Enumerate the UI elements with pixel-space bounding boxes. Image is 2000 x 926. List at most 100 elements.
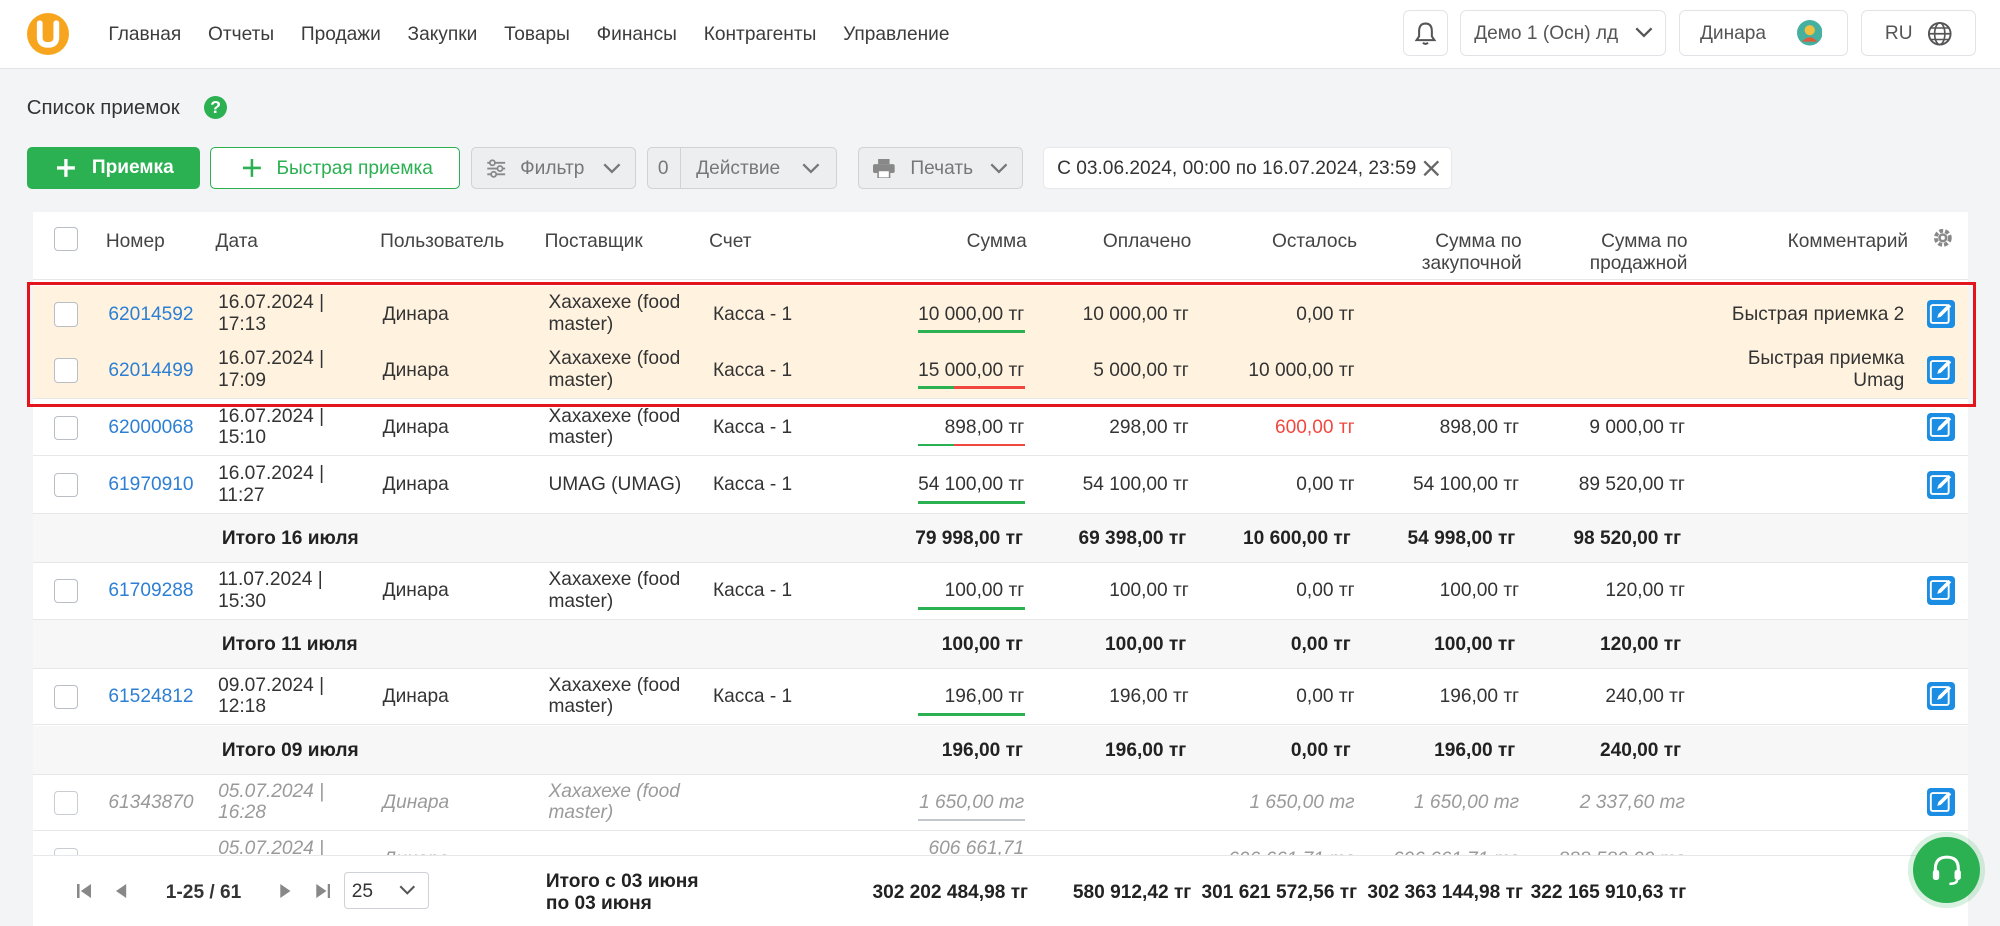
receipt-user: Динара: [382, 417, 449, 439]
column-header-number[interactable]: Номер: [106, 231, 165, 253]
receipt-sum-sale: 120,00 тг: [1605, 580, 1685, 602]
footer-total-sum-sale: 322 165 910,63 тг: [1530, 882, 1687, 904]
row-checkbox[interactable]: [53, 415, 78, 441]
prev-page-icon[interactable]: [116, 883, 127, 898]
receipt-sum-sale: 2 337,60 тг: [1579, 792, 1685, 814]
payment-progress-bar: [918, 712, 1026, 716]
subtotal-sum-sale: 98 520,00 тг: [1573, 528, 1682, 550]
subtotal-left: 0,00 тг: [1290, 633, 1351, 655]
user-menu[interactable]: Динара: [1678, 10, 1849, 57]
filter-button[interactable]: Фильтр: [470, 146, 637, 189]
table-row[interactable]: 61709288 11.07.2024 | 15:30 Динара Хахах…: [33, 562, 1969, 620]
language-selector[interactable]: RU: [1860, 10, 1976, 57]
column-header-sum[interactable]: Сумма: [899, 231, 1027, 253]
chevron-down-icon: [989, 163, 1007, 174]
receipt-date: 09.07.2024 |: [218, 674, 325, 696]
table-row[interactable]: 61524812 09.07.2024 | 12:18 Динара Хахах…: [33, 668, 1969, 726]
receipt-sum-sale: 9 000,00 тг: [1589, 417, 1685, 439]
nav-item-home[interactable]: Главная: [108, 24, 181, 46]
column-header-sum-purchase-line2[interactable]: закупочной: [1394, 253, 1522, 275]
receipt-sum-sale: 89 520,00 тг: [1578, 474, 1685, 496]
footer-total-sum: 302 202 484,98 тг: [872, 882, 1029, 904]
edit-icon[interactable]: [1927, 470, 1956, 499]
column-header-sum-sale-line1[interactable]: Сумма по: [1560, 231, 1687, 253]
row-checkbox[interactable]: [53, 684, 78, 710]
receipt-time: 12:18: [218, 696, 266, 718]
receipt-number-link[interactable]: 61709288: [108, 580, 193, 602]
receipt-number-link[interactable]: 62000068: [108, 417, 193, 439]
select-all-checkbox[interactable]: [53, 227, 78, 252]
receipt-user: Динара: [382, 474, 449, 496]
row-checkbox[interactable]: [53, 790, 78, 816]
table-row[interactable]: 61970910 16.07.2024 | 11:27 Динара UMAG …: [33, 457, 1969, 514]
column-header-date[interactable]: Дата: [216, 231, 258, 253]
notifications-button[interactable]: [1403, 10, 1448, 57]
row-checkbox[interactable]: [53, 473, 78, 498]
last-page-icon[interactable]: [315, 883, 331, 898]
receipt-sum: 100,00 тг: [944, 580, 1025, 602]
store-name: Демо 1 (Осн) лд: [1474, 22, 1619, 44]
user-name: Динара: [1699, 22, 1767, 44]
close-icon[interactable]: [1423, 160, 1440, 177]
pagination-range: 1-25 / 61: [165, 882, 242, 904]
subtotal-row: Итого 11 июля 100,00 тг 100,00 тг 0,00 т…: [33, 619, 1969, 670]
column-header-comment[interactable]: Комментарий: [1742, 231, 1908, 253]
quick-receipt-button[interactable]: Быстрая приемка: [210, 146, 461, 189]
per-page-select[interactable]: 25: [344, 872, 429, 910]
receipt-sum-purchase: 100,00 тг: [1439, 580, 1520, 602]
subtotal-sum-purchase: 54 998,00 тг: [1407, 528, 1516, 550]
receipt-account: Касса - 1: [712, 474, 793, 496]
column-header-sum-purchase-line1[interactable]: Сумма по: [1394, 231, 1521, 253]
receipt-sum-purchase: 1 650,00 тг: [1413, 792, 1520, 814]
support-chat-button[interactable]: [1913, 836, 1980, 904]
subtotal-sum-sale: 120,00 тг: [1599, 633, 1682, 655]
subtotal-label: Итого 11 июля: [221, 633, 358, 655]
receipt-time: 15:10: [218, 427, 266, 449]
nav-item-purchases[interactable]: Закупки: [408, 24, 478, 46]
receipt-sum-sale: 240,00 тг: [1605, 686, 1685, 708]
nav-item-finance[interactable]: Финансы: [597, 24, 677, 46]
row-checkbox[interactable]: [53, 579, 78, 604]
receipt-number-link[interactable]: 61343870: [108, 792, 193, 814]
nav-item-management[interactable]: Управление: [843, 24, 949, 46]
first-page-icon[interactable]: [76, 883, 92, 898]
column-header-user[interactable]: Пользователь: [380, 231, 504, 253]
nav-item-reports[interactable]: Отчеты: [208, 24, 274, 46]
edit-icon[interactable]: [1927, 788, 1956, 817]
payment-progress-bar: [918, 607, 1026, 610]
table-row[interactable]: 61343870 05.07.2024 | 16:28 Динара Хахах…: [33, 774, 1969, 832]
nav-item-counterparties[interactable]: Контрагенты: [704, 24, 817, 46]
column-header-account[interactable]: Счет: [709, 231, 751, 253]
receipt-paid: 100,00 тг: [1109, 580, 1189, 602]
table-row[interactable]: 62000068 16.07.2024 | 15:10 Динара Хахах…: [33, 399, 1969, 457]
gear-icon[interactable]: [1932, 227, 1954, 249]
quick-receipt-label: Быстрая приемка: [276, 157, 433, 179]
nav-item-sales[interactable]: Продажи: [301, 24, 381, 46]
receipt-supplier: Хахахехе (food: [548, 568, 681, 590]
date-range-filter[interactable]: С 03.06.2024, 00:00 по 16.07.2024, 23:59: [1043, 146, 1452, 189]
highlight-outline: [26, 281, 1976, 407]
column-header-supplier[interactable]: Поставщик: [545, 231, 643, 253]
nav-item-products[interactable]: Товары: [504, 24, 570, 46]
help-icon[interactable]: ?: [204, 95, 228, 119]
receipt-number-link[interactable]: 61524812: [108, 686, 193, 708]
receipt-account: Касса - 1: [712, 686, 793, 708]
print-button[interactable]: Печать: [858, 146, 1023, 189]
next-page-icon[interactable]: [279, 883, 291, 898]
receipt-account: Касса - 1: [712, 580, 793, 602]
receipt-left: 0,00 тг: [1296, 474, 1355, 496]
logo-icon[interactable]: [26, 12, 69, 55]
receipt-number-link[interactable]: 61970910: [108, 474, 193, 496]
column-header-left[interactable]: Осталось: [1230, 231, 1357, 253]
store-selector[interactable]: Демо 1 (Осн) лд: [1460, 10, 1666, 57]
add-receipt-button[interactable]: Приемка: [26, 146, 201, 189]
payment-progress-unpaid: [954, 443, 1026, 447]
column-header-paid[interactable]: Оплачено: [1064, 231, 1191, 253]
edit-icon[interactable]: [1927, 413, 1956, 442]
subtotal-left: 10 600,00 тг: [1243, 528, 1351, 550]
column-header-sum-sale-line2[interactable]: продажной: [1560, 253, 1688, 275]
edit-icon[interactable]: [1927, 576, 1956, 605]
action-dropdown[interactable]: Действие: [679, 146, 837, 189]
edit-icon[interactable]: [1927, 682, 1956, 711]
per-page-value: 25: [351, 880, 374, 902]
